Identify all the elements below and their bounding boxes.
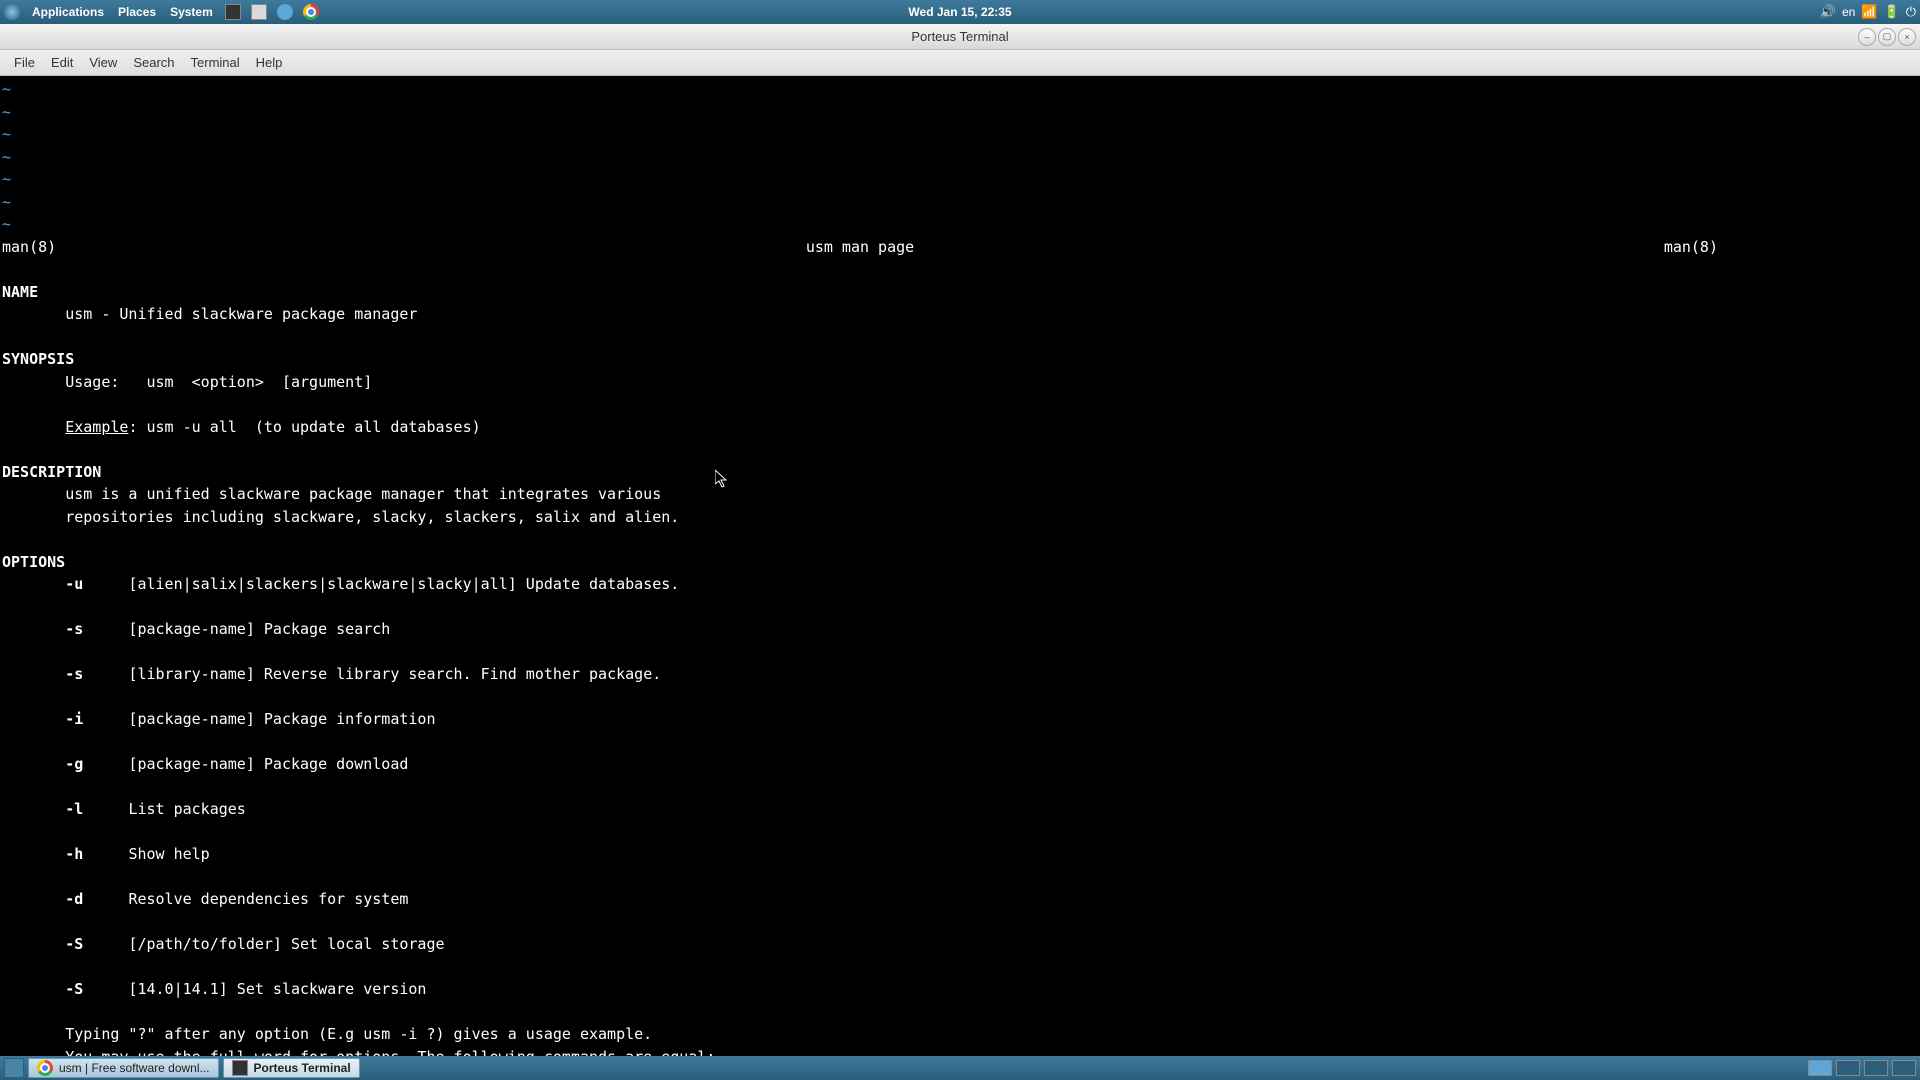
section-options: OPTIONS xyxy=(2,551,1918,574)
name-text: usm - Unified slackware package manager xyxy=(2,303,1918,326)
web-launcher-icon[interactable] xyxy=(275,2,295,22)
option-row: -i [package-name] Package information xyxy=(2,708,1918,731)
option-row: -l List packages xyxy=(2,798,1918,821)
network-icon[interactable]: 📶 xyxy=(1861,4,1877,20)
tilde-line: ~ xyxy=(2,78,1918,101)
man-header-right: man(8) xyxy=(1664,236,1918,259)
option-row: -u [alien|salix|slackers|slackware|slack… xyxy=(2,573,1918,596)
terminal-launcher-icon[interactable] xyxy=(223,2,243,22)
terminal-viewport[interactable]: ~ ~ ~ ~ ~ ~ ~ man(8) usm man page man(8)… xyxy=(0,76,1920,1056)
option-description: [/path/to/folder] Set local storage xyxy=(128,935,444,953)
menu-help[interactable]: Help xyxy=(248,55,291,70)
section-description: DESCRIPTION xyxy=(2,461,1918,484)
man-header-center: usm man page xyxy=(806,236,914,259)
description-text: repositories including slackware, slacky… xyxy=(2,506,1918,529)
option-description: [package-name] Package search xyxy=(128,620,390,638)
tilde-line: ~ xyxy=(2,101,1918,124)
description-text: usm is a unified slackware package manag… xyxy=(2,483,1918,506)
window-titlebar[interactable]: Porteus Terminal – ▢ × xyxy=(0,24,1920,50)
workspace-2[interactable] xyxy=(1836,1060,1860,1076)
window-title: Porteus Terminal xyxy=(911,29,1008,44)
option-description: Resolve dependencies for system xyxy=(128,890,408,908)
power-icon[interactable]: ⏻ xyxy=(1906,4,1916,20)
menu-file[interactable]: File xyxy=(6,55,43,70)
chrome-icon xyxy=(37,1060,53,1076)
man-header: man(8) usm man page man(8) xyxy=(2,236,1918,259)
options-note: Typing "?" after any option (E.g usm -i … xyxy=(2,1023,1918,1046)
option-row: -d Resolve dependencies for system xyxy=(2,888,1918,911)
options-note: You may use the full word for options. T… xyxy=(2,1046,1918,1057)
tilde-line: ~ xyxy=(2,191,1918,214)
menu-search[interactable]: Search xyxy=(125,55,182,70)
option-row: -s [package-name] Package search xyxy=(2,618,1918,641)
distro-icon[interactable] xyxy=(4,4,20,20)
applications-menu[interactable]: Applications xyxy=(26,5,110,19)
option-row: -s [library-name] Reverse library search… xyxy=(2,663,1918,686)
option-description: List packages xyxy=(128,800,245,818)
option-row: -S [/path/to/folder] Set local storage xyxy=(2,933,1918,956)
workspace-3[interactable] xyxy=(1864,1060,1888,1076)
file-manager-launcher-icon[interactable] xyxy=(249,2,269,22)
option-flag: -g xyxy=(65,755,83,773)
option-flag: -d xyxy=(65,890,83,908)
volume-icon[interactable]: 🔊 xyxy=(1820,4,1836,20)
tilde-line: ~ xyxy=(2,123,1918,146)
option-flag: -s xyxy=(65,665,83,683)
option-description: [package-name] Package download xyxy=(128,755,408,773)
option-flag: -S xyxy=(65,935,83,953)
minimize-button[interactable]: – xyxy=(1858,28,1876,46)
option-description: [package-name] Package information xyxy=(128,710,435,728)
option-row: -h Show help xyxy=(2,843,1918,866)
option-flag: -s xyxy=(65,620,83,638)
menu-edit[interactable]: Edit xyxy=(43,55,81,70)
places-menu[interactable]: Places xyxy=(112,5,162,19)
maximize-button[interactable]: ▢ xyxy=(1878,28,1896,46)
workspace-1[interactable] xyxy=(1808,1060,1832,1076)
example-text: : usm -u all (to update all databases) xyxy=(128,418,480,436)
example-line: Example: usm -u all (to update all datab… xyxy=(2,416,1918,439)
menubar: File Edit View Search Terminal Help xyxy=(0,50,1920,76)
taskbar-item-terminal[interactable]: Porteus Terminal xyxy=(223,1058,360,1078)
option-flag: -h xyxy=(65,845,83,863)
option-description: Show help xyxy=(128,845,209,863)
man-header-left: man(8) xyxy=(2,236,56,259)
menu-view[interactable]: View xyxy=(81,55,125,70)
clock[interactable]: Wed Jan 15, 22:35 xyxy=(908,5,1011,19)
option-row: -g [package-name] Package download xyxy=(2,753,1918,776)
bottom-taskbar: usm | Free software downl... Porteus Ter… xyxy=(0,1056,1920,1080)
synopsis-text: Usage: usm <option> [argument] xyxy=(2,371,1918,394)
keyboard-layout-indicator[interactable]: en xyxy=(1842,5,1855,19)
tilde-line: ~ xyxy=(2,146,1918,169)
tilde-line: ~ xyxy=(2,168,1918,191)
option-description: [alien|salix|slackers|slackware|slacky|a… xyxy=(128,575,679,593)
option-description: [14.0|14.1] Set slackware version xyxy=(128,980,426,998)
taskbar-item-label: usm | Free software downl... xyxy=(59,1061,210,1075)
option-flag: -i xyxy=(65,710,83,728)
chrome-launcher-icon[interactable] xyxy=(301,2,321,22)
tilde-line: ~ xyxy=(2,213,1918,236)
taskbar-item-browser[interactable]: usm | Free software downl... xyxy=(28,1058,219,1078)
workspace-4[interactable] xyxy=(1892,1060,1916,1076)
system-menu[interactable]: System xyxy=(164,5,219,19)
taskbar-item-label: Porteus Terminal xyxy=(254,1061,351,1075)
show-desktop-button[interactable] xyxy=(4,1058,24,1078)
option-description: [library-name] Reverse library search. F… xyxy=(128,665,661,683)
section-synopsis: SYNOPSIS xyxy=(2,348,1918,371)
option-flag: -S xyxy=(65,980,83,998)
option-flag: -l xyxy=(65,800,83,818)
option-flag: -u xyxy=(65,575,83,593)
section-name: NAME xyxy=(2,281,1918,304)
example-label: Example xyxy=(65,418,128,436)
battery-icon[interactable]: 🔋 xyxy=(1884,4,1900,20)
top-panel: Applications Places System Wed Jan 15, 2… xyxy=(0,0,1920,24)
menu-terminal[interactable]: Terminal xyxy=(183,55,248,70)
terminal-icon xyxy=(232,1060,248,1076)
close-button[interactable]: × xyxy=(1898,28,1916,46)
option-row: -S [14.0|14.1] Set slackware version xyxy=(2,978,1918,1001)
